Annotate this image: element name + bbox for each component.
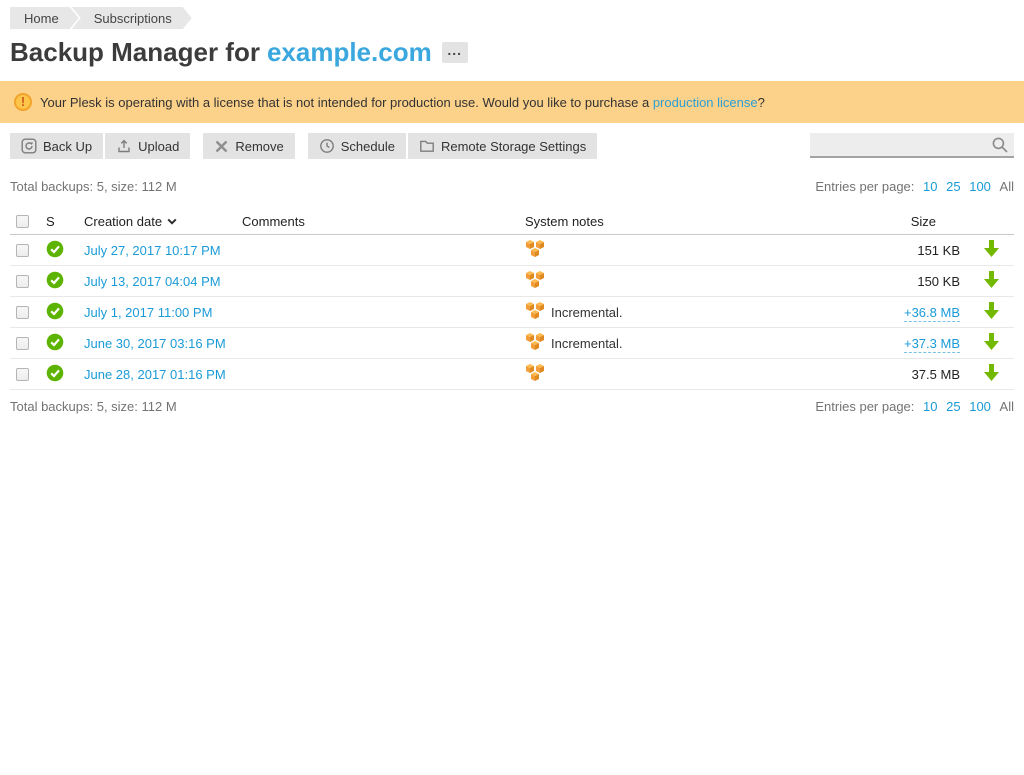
status-ok-icon bbox=[46, 240, 64, 261]
folder-icon bbox=[419, 138, 435, 154]
backup-date-link[interactable]: July 27, 2017 10:17 PM bbox=[84, 243, 221, 258]
remote-storage-settings-label: Remote Storage Settings bbox=[441, 139, 586, 154]
schedule-icon bbox=[319, 138, 335, 154]
comments-column-header: Comments bbox=[242, 214, 525, 229]
upload-label: Upload bbox=[138, 139, 179, 154]
breadcrumb-subscriptions[interactable]: Subscriptions bbox=[72, 7, 192, 29]
table-row: July 1, 2017 11:00 PM Incremental. +36.8 M… bbox=[10, 297, 1014, 328]
page-title: Backup Manager for example.com ... bbox=[10, 37, 1024, 68]
cloud-storage-icon bbox=[525, 240, 545, 261]
table-row: July 27, 2017 10:17 PM 151 KB bbox=[10, 235, 1014, 266]
backup-rows: July 27, 2017 10:17 PM 151 KB July 13, 201… bbox=[10, 235, 1014, 390]
sort-desc-icon bbox=[167, 213, 177, 228]
size-column-header: Size bbox=[858, 214, 968, 229]
search-icon[interactable] bbox=[988, 134, 1012, 156]
cloud-storage-icon bbox=[525, 364, 545, 385]
page-size-25[interactable]: 25 bbox=[946, 399, 960, 414]
page-title-text: Backup Manager for bbox=[10, 37, 260, 68]
table-row: June 28, 2017 01:16 PM 37.5 MB bbox=[10, 359, 1014, 390]
page-size-10[interactable]: 10 bbox=[923, 179, 937, 194]
remove-label: Remove bbox=[235, 139, 283, 154]
warning-text-body: Your Plesk is operating with a license t… bbox=[40, 95, 649, 110]
entries-label: Entries per page: bbox=[815, 179, 914, 194]
backup-date-link[interactable]: June 30, 2017 03:16 PM bbox=[84, 336, 226, 351]
remote-storage-settings-button[interactable]: Remote Storage Settings bbox=[408, 133, 597, 159]
page-size-100[interactable]: 100 bbox=[969, 399, 991, 414]
page-size-25[interactable]: 25 bbox=[946, 179, 960, 194]
status-ok-icon bbox=[46, 364, 64, 385]
download-icon[interactable] bbox=[984, 271, 999, 291]
warning-text-suffix: ? bbox=[758, 95, 765, 110]
download-icon[interactable] bbox=[984, 240, 999, 260]
status-ok-icon bbox=[46, 302, 64, 323]
license-warning-banner: ! Your Plesk is operating with a license… bbox=[0, 81, 1024, 123]
download-icon[interactable] bbox=[984, 302, 999, 322]
remove-button[interactable]: Remove bbox=[203, 133, 294, 159]
page-size-10[interactable]: 10 bbox=[923, 399, 937, 414]
download-icon[interactable] bbox=[984, 364, 999, 384]
row-checkbox[interactable] bbox=[16, 306, 29, 319]
cloud-storage-icon bbox=[525, 302, 545, 323]
warning-icon: ! bbox=[14, 93, 32, 111]
row-checkbox[interactable] bbox=[16, 337, 29, 350]
entries-per-page: Entries per page: 10 25 100 All bbox=[815, 179, 1014, 194]
warning-text: Your Plesk is operating with a license t… bbox=[40, 95, 765, 110]
back-up-label: Back Up bbox=[43, 139, 92, 154]
total-backups-text: Total backups: 5, size: 112 M bbox=[10, 399, 177, 414]
creation-date-column-header[interactable]: Creation date bbox=[84, 213, 242, 229]
entries-per-page: Entries per page: 10 25 100 All bbox=[815, 399, 1014, 414]
cloud-storage-icon bbox=[525, 271, 545, 292]
status-column-header: S bbox=[46, 214, 84, 229]
schedule-button[interactable]: Schedule bbox=[308, 133, 406, 159]
schedule-storage-group: Schedule Remote Storage Settings bbox=[308, 133, 597, 159]
summary-bottom: Total backups: 5, size: 112 M Entries pe… bbox=[10, 399, 1014, 414]
row-checkbox[interactable] bbox=[16, 275, 29, 288]
back-up-button[interactable]: Back Up bbox=[10, 133, 103, 159]
entries-label: Entries per page: bbox=[815, 399, 914, 414]
more-actions-button[interactable]: ... bbox=[442, 42, 468, 63]
page-size-100[interactable]: 100 bbox=[969, 179, 991, 194]
upload-button[interactable]: Upload bbox=[105, 133, 190, 159]
total-backups-text: Total backups: 5, size: 112 M bbox=[10, 179, 177, 194]
toolbar: Back Up Upload Remove Schedule Remote St… bbox=[10, 133, 1014, 159]
incremental-size-link[interactable]: +37.3 MB bbox=[904, 336, 960, 353]
search-box bbox=[810, 133, 1014, 158]
system-notes-column-header: System notes bbox=[525, 214, 858, 229]
backup-size: 37.5 MB bbox=[912, 367, 960, 382]
production-license-link[interactable]: production license bbox=[653, 95, 758, 110]
system-note: Incremental. bbox=[551, 336, 623, 351]
backups-table: S Creation date Comments System notes Si… bbox=[10, 208, 1014, 390]
schedule-label: Schedule bbox=[341, 139, 395, 154]
backup-icon bbox=[21, 138, 37, 154]
incremental-size-link[interactable]: +36.8 MB bbox=[904, 305, 960, 322]
system-note: Incremental. bbox=[551, 305, 623, 320]
status-ok-icon bbox=[46, 271, 64, 292]
backup-size: 151 KB bbox=[917, 243, 960, 258]
domain-link[interactable]: example.com bbox=[267, 37, 432, 68]
backup-date-link[interactable]: July 1, 2017 11:00 PM bbox=[84, 305, 212, 320]
backup-date-link[interactable]: July 13, 2017 04:04 PM bbox=[84, 274, 221, 289]
upload-icon bbox=[116, 138, 132, 154]
table-row: July 13, 2017 04:04 PM 150 KB bbox=[10, 266, 1014, 297]
row-checkbox[interactable] bbox=[16, 368, 29, 381]
creation-date-header-label: Creation date bbox=[84, 214, 162, 229]
search-input[interactable] bbox=[810, 133, 1014, 156]
remove-icon bbox=[214, 139, 229, 154]
row-checkbox[interactable] bbox=[16, 244, 29, 257]
page-size-all[interactable]: All bbox=[1000, 179, 1014, 194]
table-header-row: S Creation date Comments System notes Si… bbox=[10, 208, 1014, 235]
status-ok-icon bbox=[46, 333, 64, 354]
backup-date-link[interactable]: June 28, 2017 01:16 PM bbox=[84, 367, 226, 382]
breadcrumb: Home Subscriptions bbox=[10, 7, 1024, 29]
backup-size: 150 KB bbox=[917, 274, 960, 289]
remove-group: Remove bbox=[203, 133, 294, 159]
summary-top: Total backups: 5, size: 112 M Entries pe… bbox=[10, 179, 1014, 194]
download-icon[interactable] bbox=[984, 333, 999, 353]
breadcrumb-home[interactable]: Home bbox=[10, 7, 79, 29]
page-size-all[interactable]: All bbox=[1000, 399, 1014, 414]
table-row: June 30, 2017 03:16 PM Incremental. +37.3 … bbox=[10, 328, 1014, 359]
cloud-storage-icon bbox=[525, 333, 545, 354]
select-all-checkbox[interactable] bbox=[16, 215, 29, 228]
backup-upload-group: Back Up Upload bbox=[10, 133, 190, 159]
